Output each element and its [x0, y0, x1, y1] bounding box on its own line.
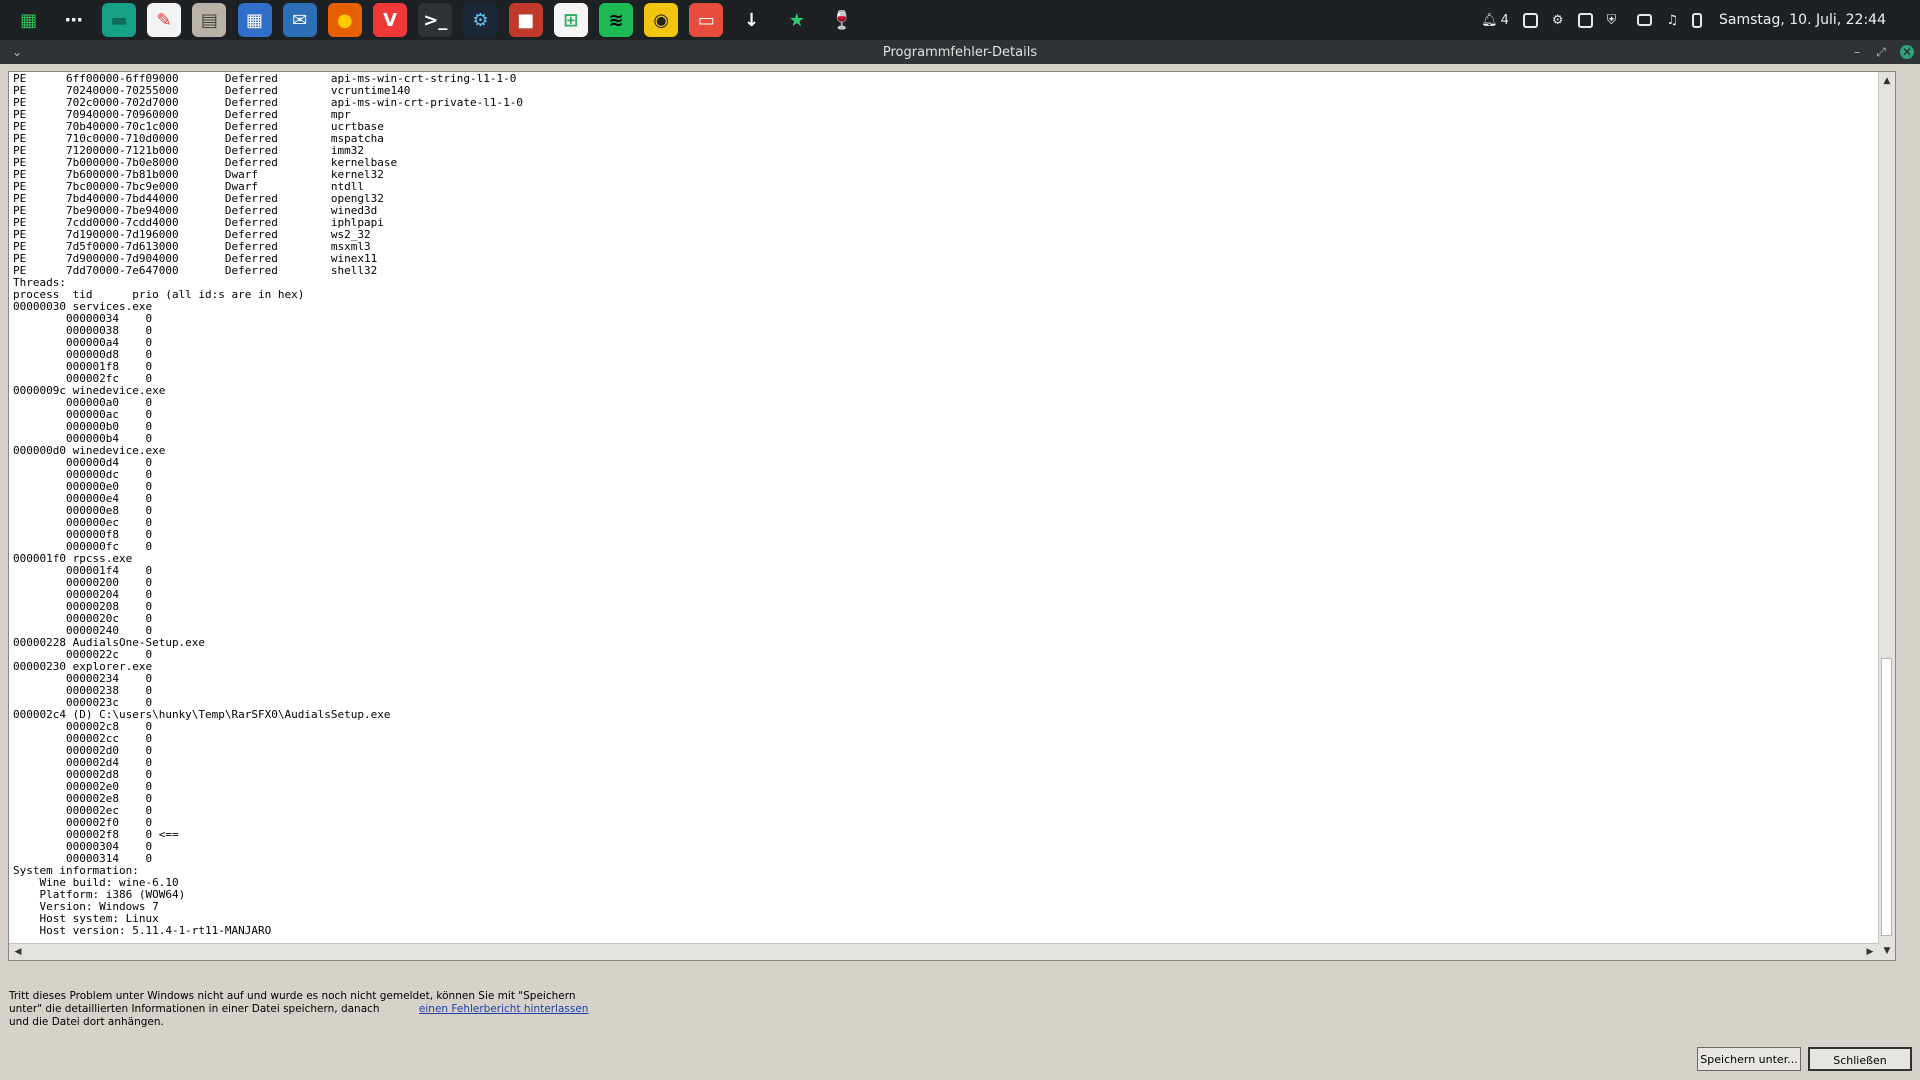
save-as-button[interactable]: Speichern unter...	[1697, 1047, 1801, 1071]
bug-report-link[interactable]: einen Fehlerbericht hinterlassen	[419, 1003, 589, 1015]
screen-recorder-icon[interactable]: ■	[508, 3, 543, 37]
scroll-right-icon[interactable]: ▶	[1863, 945, 1877, 959]
screen-icon[interactable]	[1637, 14, 1653, 26]
scroll-left-icon[interactable]: ◀	[11, 945, 25, 959]
log-line: Host version: 5.11.4-1-rt11-MANJARO	[13, 924, 272, 937]
shield-icon[interactable]: ⛨	[1607, 13, 1617, 28]
speaker-icon[interactable]: ◉	[644, 3, 679, 37]
display-icon[interactable]	[1522, 12, 1538, 28]
error-details-text-area[interactable]: PE 6ff00000-6ff09000 Deferred api-ms-win…	[8, 71, 1896, 961]
manjaro-menu-icon[interactable]: ▦	[11, 3, 46, 37]
file-manager-icon[interactable]: ▤	[192, 3, 227, 37]
app-launcher-bar: ▦ ⋯ ▬ ✎ ▤ ▦ ✉ ● V >_ ⚙ ■ ⊞ ≋ ◉ ▭ ↓ ★ 🍷	[6, 3, 865, 37]
info-message: Tritt dieses Problem unter Windows nicht…	[9, 990, 609, 1029]
image-viewer-icon[interactable]: ▭	[689, 3, 724, 37]
maximize-icon[interactable]: ⤢	[1872, 43, 1890, 61]
clipboard-icon[interactable]	[1577, 12, 1593, 28]
text-editor-icon[interactable]: ✎	[147, 3, 182, 37]
notifications-indicator[interactable]: 🔔︎ 4	[1481, 13, 1509, 28]
system-tray: 🔔︎ 4 ⚙ ⛨ ♫ Samstag, 10. Juli, 22:44	[1474, 0, 1920, 40]
thunderbird-icon[interactable]: ✉	[282, 3, 317, 37]
vivaldi-icon[interactable]: V	[373, 3, 408, 37]
top-panel: ▦ ⋯ ▬ ✎ ▤ ▦ ✉ ● V >_ ⚙ ■ ⊞ ≋ ◉ ▭ ↓ ★ 🍷 🔔︎ 4 ⚙ ⛨ ♫ Samstag,…	[0, 0, 1920, 40]
notification-bell-icon: 🔔︎	[1481, 12, 1498, 28]
notification-count: 4	[1500, 12, 1509, 28]
files-green-icon[interactable]: ▬	[101, 3, 136, 37]
scroll-up-icon[interactable]: ▲	[1880, 74, 1894, 88]
software-store-icon[interactable]: ⊞	[553, 3, 588, 37]
firefox-icon[interactable]: ●	[327, 3, 362, 37]
info-text-part2: und die Datei dort anhängen.	[9, 1016, 164, 1028]
vertical-scrollbar[interactable]: ▲ ▼	[1878, 72, 1895, 960]
close-window-icon[interactable]: ✕	[1900, 45, 1914, 59]
horizontal-scrollbar[interactable]: ◀ ▶	[9, 943, 1879, 960]
star-app-icon[interactable]: ★	[779, 3, 814, 37]
wine-icon[interactable]: 🍷	[824, 3, 859, 37]
music-note-icon[interactable]: ♫	[1666, 13, 1678, 28]
window-titlebar[interactable]: ⌄ Programmfehler-Details – ⤢ ✕	[0, 40, 1920, 64]
show-desktop-icon[interactable]: ⋯	[56, 3, 91, 37]
steam-tray-icon[interactable]: ⚙	[1552, 13, 1564, 28]
vertical-scroll-thumb[interactable]	[1881, 658, 1892, 936]
downloader-icon[interactable]: ↓	[734, 3, 769, 37]
window-title: Programmfehler-Details	[882, 45, 1038, 60]
steam-icon[interactable]: ⚙	[463, 3, 498, 37]
log-line: PE 7dd70000-7e647000 Deferred shell32	[13, 264, 378, 277]
minimize-icon[interactable]: –	[1848, 43, 1866, 61]
spotify-icon[interactable]: ≋	[599, 3, 634, 37]
error-log-text: PE 6ff00000-6ff09000 Deferred api-ms-win…	[13, 73, 523, 937]
close-button[interactable]: Schließen	[1808, 1047, 1912, 1071]
battery-icon[interactable]	[1692, 12, 1702, 28]
terminal-icon[interactable]: >_	[418, 3, 453, 37]
calculator-icon[interactable]: ▦	[237, 3, 272, 37]
clock[interactable]: Samstag, 10. Juli, 22:44	[1719, 12, 1886, 28]
scroll-down-icon[interactable]: ▼	[1880, 944, 1894, 958]
